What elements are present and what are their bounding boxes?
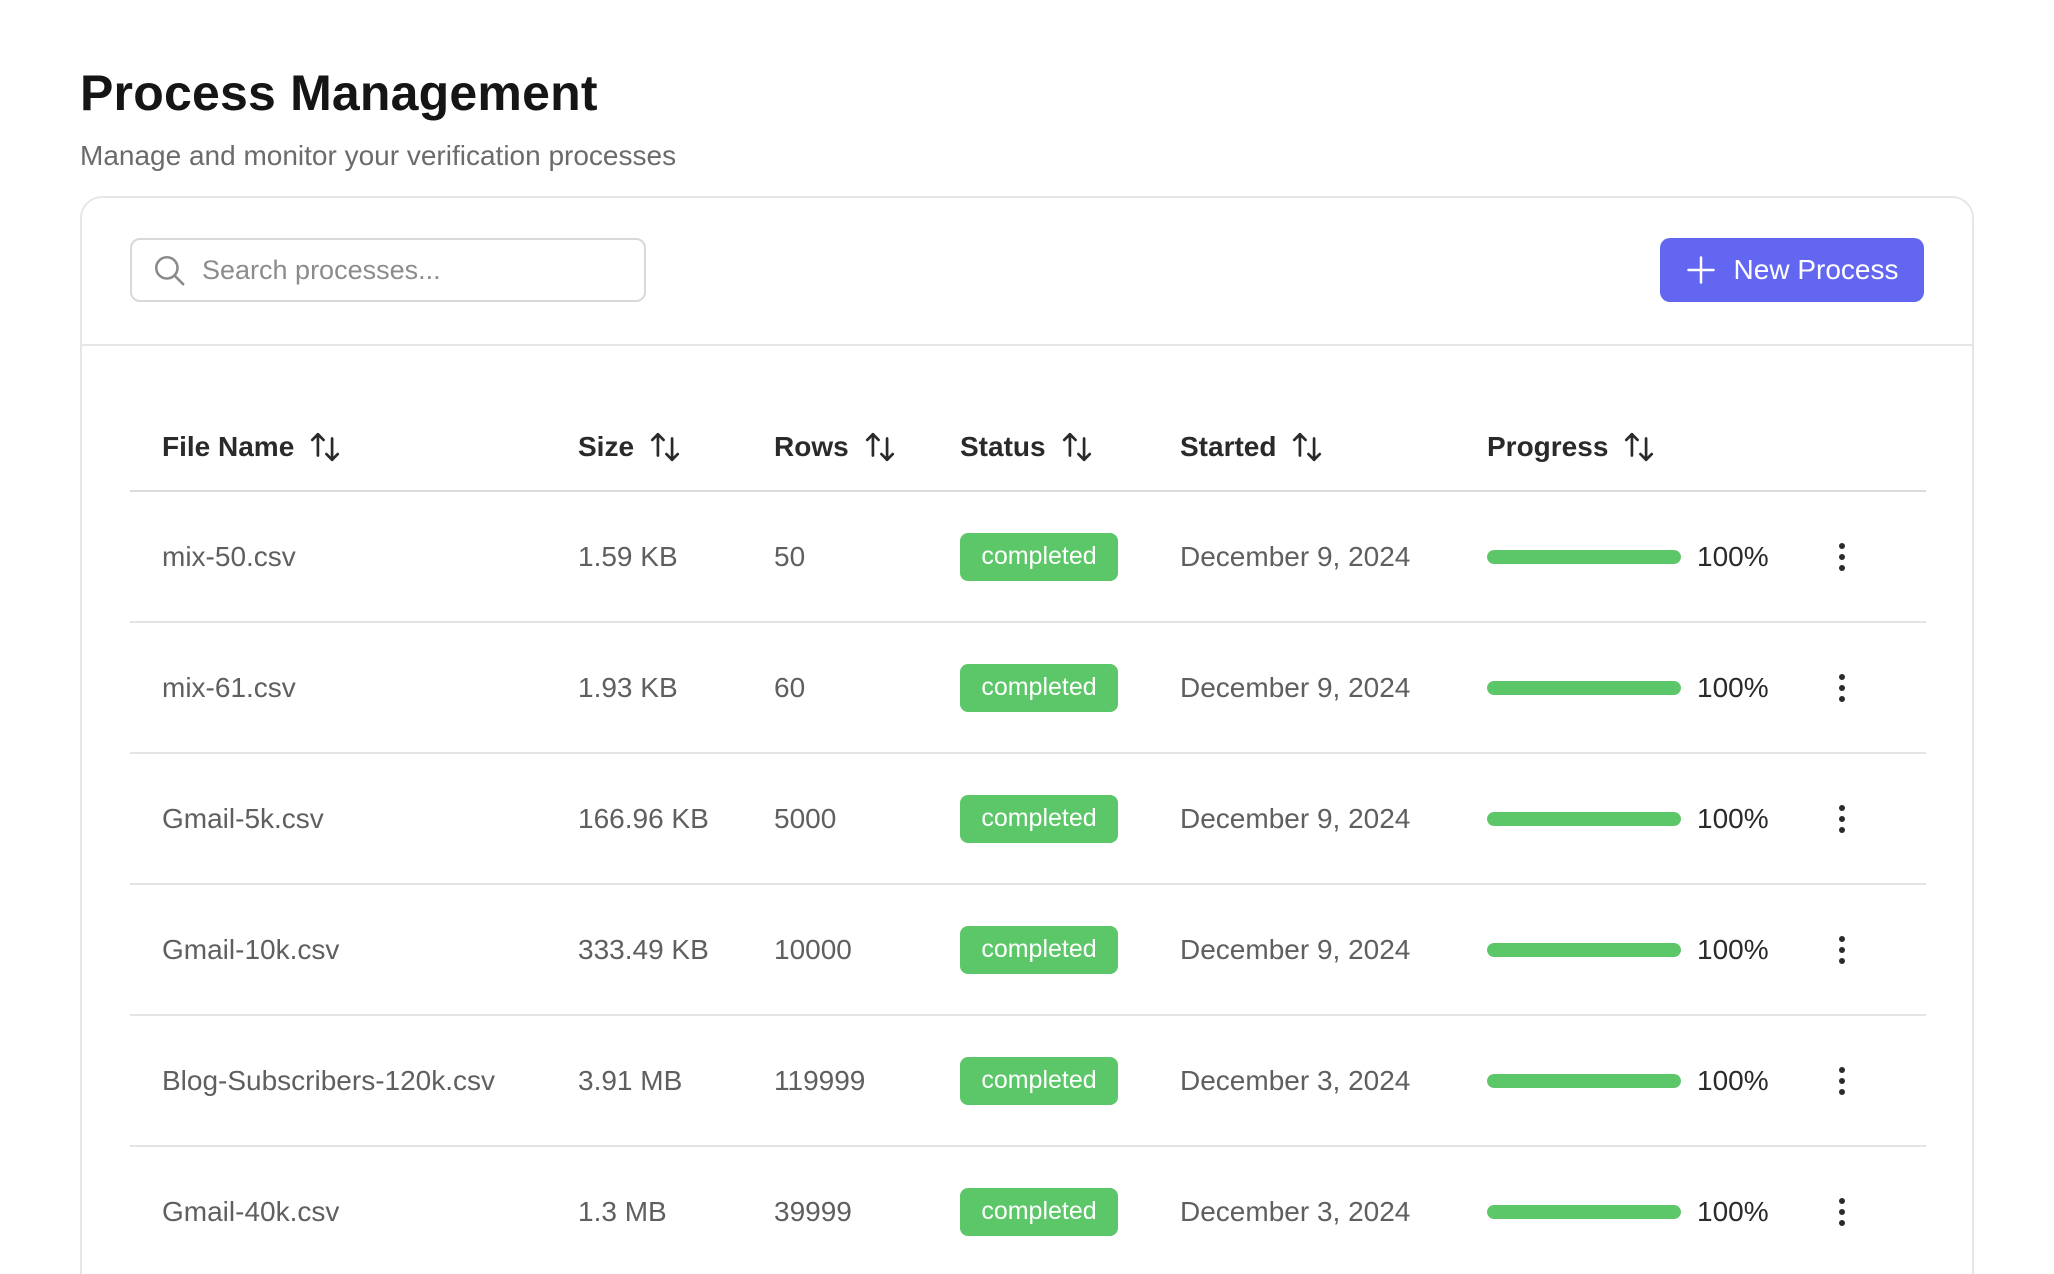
- more-vertical-icon: [1839, 804, 1845, 833]
- more-vertical-icon: [1839, 1197, 1845, 1226]
- sort-icon: [311, 432, 340, 462]
- progress-bar: [1487, 549, 1681, 564]
- new-process-label: New Process: [1733, 254, 1899, 285]
- size-cell: 1.93 KB: [578, 671, 678, 703]
- progress-percent: 100%: [1697, 802, 1769, 834]
- plus-icon: [1686, 256, 1715, 284]
- progress-percent: 100%: [1697, 933, 1769, 965]
- column-header-progress[interactable]: Progress: [1487, 430, 1656, 464]
- rows-cell: 119999: [774, 1064, 866, 1096]
- status-badge: completed: [960, 532, 1118, 581]
- table-row[interactable]: mix-50.csv 1.59 KB 50 completed December…: [130, 492, 1926, 623]
- more-vertical-icon: [1839, 673, 1845, 702]
- rows-cell: 39999: [774, 1195, 852, 1227]
- sort-icon: [650, 432, 680, 462]
- row-actions-button[interactable]: [1822, 1061, 1862, 1101]
- started-cell: December 9, 2024: [1180, 540, 1411, 572]
- progress-bar-fill: [1487, 1073, 1681, 1088]
- status-badge: completed: [960, 1056, 1118, 1105]
- row-actions-button[interactable]: [1822, 930, 1862, 970]
- size-cell: 1.59 KB: [578, 540, 678, 572]
- toolbar: New Process: [82, 198, 1972, 346]
- column-header-label: Progress: [1487, 431, 1609, 462]
- column-header-label: File Name: [162, 431, 295, 462]
- row-actions-button[interactable]: [1822, 799, 1862, 839]
- started-cell: December 3, 2024: [1180, 1064, 1411, 1096]
- progress-percent: 100%: [1697, 1195, 1769, 1227]
- search-input[interactable]: [202, 254, 622, 286]
- size-cell: 166.96 KB: [578, 802, 709, 834]
- column-header-label: Rows: [774, 431, 849, 462]
- column-header-name[interactable]: File Name: [162, 430, 342, 464]
- more-vertical-icon: [1839, 935, 1845, 964]
- search-box[interactable]: [130, 238, 646, 302]
- started-cell: December 9, 2024: [1180, 671, 1411, 703]
- progress-bar: [1487, 942, 1681, 957]
- row-actions-button[interactable]: [1822, 668, 1862, 708]
- process-table: File Name Size Rows Status Started Progr…: [130, 346, 1926, 1274]
- table-row[interactable]: Gmail-40k.csv 1.3 MB 39999 completed Dec…: [130, 1147, 1926, 1274]
- new-process-button[interactable]: New Process: [1660, 238, 1924, 302]
- rows-cell: 10000: [774, 933, 852, 965]
- page-title: Process Management: [80, 65, 598, 121]
- size-cell: 1.3 MB: [578, 1195, 667, 1227]
- table-row[interactable]: Gmail-5k.csv 166.96 KB 5000 completed De…: [130, 754, 1926, 885]
- progress-percent: 100%: [1697, 540, 1769, 572]
- more-vertical-icon: [1839, 1066, 1845, 1095]
- progress-bar-fill: [1487, 549, 1681, 564]
- rows-cell: 50: [774, 540, 806, 572]
- sort-icon: [1062, 432, 1091, 462]
- progress-bar: [1487, 1073, 1681, 1088]
- table-row[interactable]: Gmail-10k.csv 333.49 KB 10000 completed …: [130, 885, 1926, 1016]
- file-name-cell: mix-61.csv: [162, 671, 296, 703]
- sort-icon: [865, 432, 894, 462]
- status-badge: completed: [960, 1187, 1118, 1236]
- table-body: mix-50.csv 1.59 KB 50 completed December…: [130, 492, 1926, 1274]
- rows-cell: 5000: [774, 802, 837, 834]
- started-cell: December 9, 2024: [1180, 802, 1411, 834]
- row-actions-button[interactable]: [1822, 1192, 1862, 1232]
- process-card: New Process File Name Size Rows Stat: [80, 196, 1974, 1274]
- process-management-page: Process Management Manage and monitor yo…: [0, 0, 2054, 1274]
- table-row[interactable]: mix-61.csv 1.93 KB 60 completed December…: [130, 623, 1926, 754]
- column-header-status[interactable]: Status: [960, 430, 1094, 464]
- column-header-started[interactable]: Started: [1180, 430, 1324, 464]
- table-header: File Name Size Rows Status Started Progr…: [130, 346, 1926, 492]
- file-name-cell: Gmail-5k.csv: [162, 802, 324, 834]
- progress-bar: [1487, 680, 1681, 695]
- progress-bar-fill: [1487, 1204, 1681, 1219]
- more-vertical-icon: [1839, 542, 1845, 571]
- progress-bar: [1487, 811, 1681, 826]
- page-subtitle: Manage and monitor your verification pro…: [80, 140, 677, 171]
- file-name-cell: Gmail-10k.csv: [162, 933, 340, 965]
- sort-icon: [1293, 432, 1322, 462]
- file-name-cell: Blog-Subscribers-120k.csv: [162, 1064, 496, 1096]
- file-name-cell: mix-50.csv: [162, 540, 296, 572]
- row-actions-button[interactable]: [1822, 537, 1862, 577]
- status-badge: completed: [960, 794, 1118, 843]
- status-badge: completed: [960, 663, 1118, 712]
- progress-bar-fill: [1487, 942, 1681, 957]
- column-header-size[interactable]: Size: [578, 430, 682, 464]
- sort-icon: [1625, 432, 1654, 462]
- size-cell: 333.49 KB: [578, 933, 709, 965]
- table-row[interactable]: Blog-Subscribers-120k.csv 3.91 MB 119999…: [130, 1016, 1926, 1147]
- size-cell: 3.91 MB: [578, 1064, 683, 1096]
- column-header-rows[interactable]: Rows: [774, 430, 897, 464]
- progress-bar-fill: [1487, 680, 1681, 695]
- column-header-label: Size: [578, 431, 635, 462]
- column-header-label: Started: [1180, 431, 1277, 462]
- progress-bar: [1487, 1204, 1681, 1219]
- started-cell: December 3, 2024: [1180, 1195, 1411, 1227]
- started-cell: December 9, 2024: [1180, 933, 1411, 965]
- file-name-cell: Gmail-40k.csv: [162, 1195, 340, 1227]
- progress-bar-fill: [1487, 811, 1681, 826]
- column-header-label: Status: [960, 431, 1046, 462]
- progress-percent: 100%: [1697, 671, 1769, 703]
- rows-cell: 60: [774, 671, 806, 703]
- search-icon: [154, 255, 185, 286]
- status-badge: completed: [960, 925, 1118, 974]
- progress-percent: 100%: [1697, 1064, 1769, 1096]
